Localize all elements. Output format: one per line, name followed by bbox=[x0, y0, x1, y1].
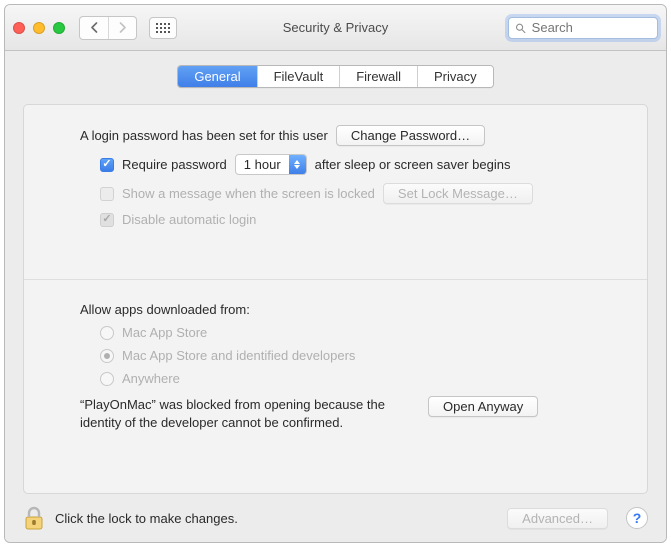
radio-identified-developers-label: Mac App Store and identified developers bbox=[122, 348, 355, 363]
titlebar: Security & Privacy bbox=[5, 5, 666, 51]
tab-firewall[interactable]: Firewall bbox=[339, 66, 417, 87]
blocked-app-message: “PlayOnMac” was blocked from opening bec… bbox=[80, 396, 410, 432]
close-window-button[interactable] bbox=[13, 22, 25, 34]
divider bbox=[24, 279, 647, 280]
tabs-row: General FileVault Firewall Privacy bbox=[5, 51, 666, 98]
require-password-row: Require password 1 hour after sleep or s… bbox=[100, 154, 629, 175]
zoom-window-button[interactable] bbox=[53, 22, 65, 34]
radio-identified-developers bbox=[100, 349, 114, 363]
allow-option-identified-row: Mac App Store and identified developers bbox=[100, 348, 629, 363]
show-message-row: Show a message when the screen is locked… bbox=[100, 183, 629, 204]
nav-buttons bbox=[79, 16, 137, 40]
advanced-button: Advanced… bbox=[507, 508, 608, 529]
show-message-checkbox bbox=[100, 187, 114, 201]
allow-apps-heading-row: Allow apps downloaded from: bbox=[80, 302, 629, 317]
require-password-label: Require password bbox=[122, 157, 227, 172]
disable-auto-login-checkbox bbox=[100, 213, 114, 227]
password-set-row: A login password has been set for this u… bbox=[80, 125, 629, 146]
tab-filevault[interactable]: FileVault bbox=[257, 66, 340, 87]
radio-mac-app-store bbox=[100, 326, 114, 340]
password-set-label: A login password has been set for this u… bbox=[80, 128, 328, 143]
lock-icon[interactable] bbox=[23, 505, 45, 531]
show-message-label: Show a message when the screen is locked bbox=[122, 186, 375, 201]
change-password-button[interactable]: Change Password… bbox=[336, 125, 485, 146]
search-input[interactable] bbox=[530, 19, 651, 36]
chevron-right-icon bbox=[118, 22, 127, 33]
search-icon bbox=[515, 22, 526, 34]
forward-button[interactable] bbox=[108, 17, 136, 39]
chevron-left-icon bbox=[90, 22, 99, 33]
preferences-window: Security & Privacy General FileVault Fir… bbox=[4, 4, 667, 543]
popup-stepper-icon bbox=[289, 155, 306, 174]
require-password-suffix: after sleep or screen saver begins bbox=[315, 157, 511, 172]
disable-auto-login-row: Disable automatic login bbox=[100, 212, 629, 227]
tab-privacy[interactable]: Privacy bbox=[417, 66, 493, 87]
help-button[interactable]: ? bbox=[626, 507, 648, 529]
show-all-button[interactable] bbox=[149, 17, 177, 39]
lock-help-text: Click the lock to make changes. bbox=[55, 511, 238, 526]
tab-bar: General FileVault Firewall Privacy bbox=[177, 65, 493, 88]
radio-anywhere-label: Anywhere bbox=[122, 371, 180, 386]
minimize-window-button[interactable] bbox=[33, 22, 45, 34]
footer: Click the lock to make changes. Advanced… bbox=[5, 494, 666, 542]
content-pane: A login password has been set for this u… bbox=[23, 104, 648, 494]
set-lock-message-button: Set Lock Message… bbox=[383, 183, 533, 204]
tab-general[interactable]: General bbox=[178, 66, 256, 87]
require-password-checkbox[interactable] bbox=[100, 158, 114, 172]
radio-mac-app-store-label: Mac App Store bbox=[122, 325, 207, 340]
allow-option-appstore-row: Mac App Store bbox=[100, 325, 629, 340]
require-password-duration-popup[interactable]: 1 hour bbox=[235, 154, 307, 175]
window-controls bbox=[13, 22, 65, 34]
back-button[interactable] bbox=[80, 17, 108, 39]
require-password-duration-value: 1 hour bbox=[236, 157, 289, 172]
search-field[interactable] bbox=[508, 17, 658, 39]
allow-apps-heading: Allow apps downloaded from: bbox=[80, 302, 250, 317]
radio-anywhere bbox=[100, 372, 114, 386]
disable-auto-login-label: Disable automatic login bbox=[122, 212, 256, 227]
open-anyway-button[interactable]: Open Anyway bbox=[428, 396, 538, 417]
allow-option-anywhere-row: Anywhere bbox=[100, 371, 629, 386]
grid-icon bbox=[156, 23, 170, 33]
blocked-app-row: “PlayOnMac” was blocked from opening bec… bbox=[80, 396, 629, 432]
